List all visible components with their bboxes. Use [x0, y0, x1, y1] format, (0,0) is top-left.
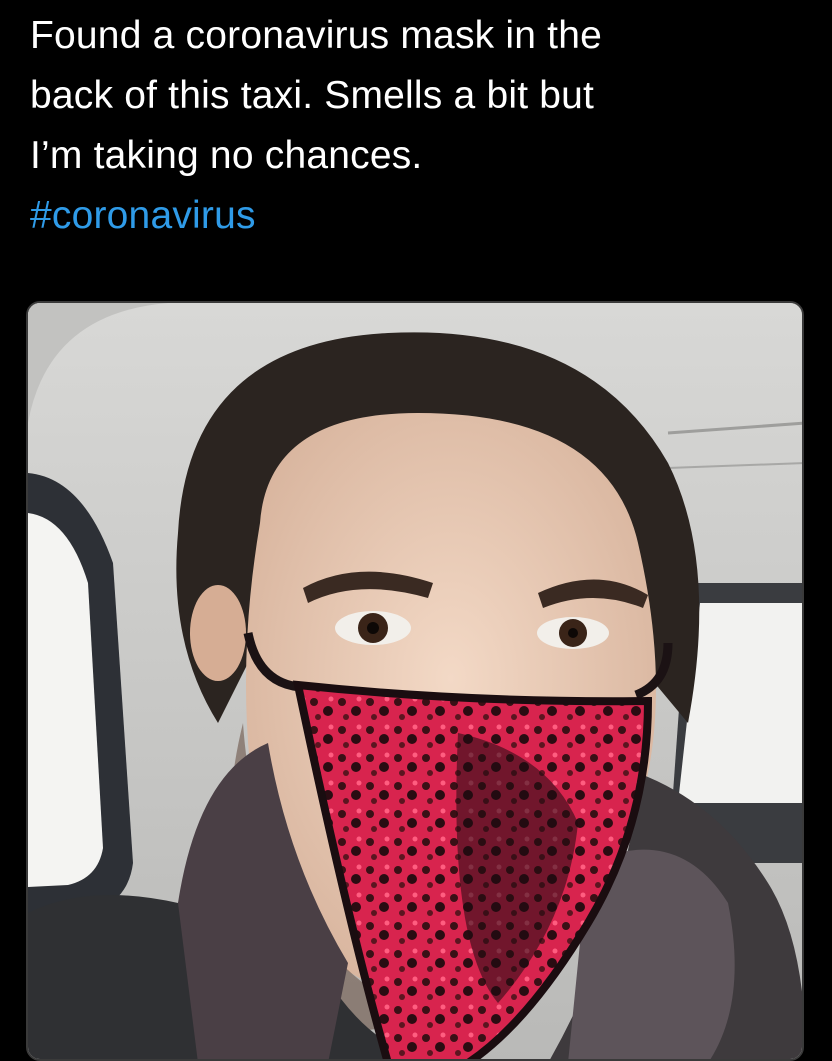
tweet-text: Found a coronavirus mask in the back of … [30, 6, 810, 246]
hashtag-link[interactable]: #coronavirus [30, 186, 810, 246]
tweet-text-line-3: I’m taking no chances. [30, 134, 423, 177]
tweet-text-line-1: Found a coronavirus mask in the [30, 14, 602, 57]
tweet-photo[interactable] [26, 301, 804, 1061]
photo-icon [28, 303, 802, 1059]
tweet-text-line-2: back of this taxi. Smells a bit but [30, 74, 595, 117]
